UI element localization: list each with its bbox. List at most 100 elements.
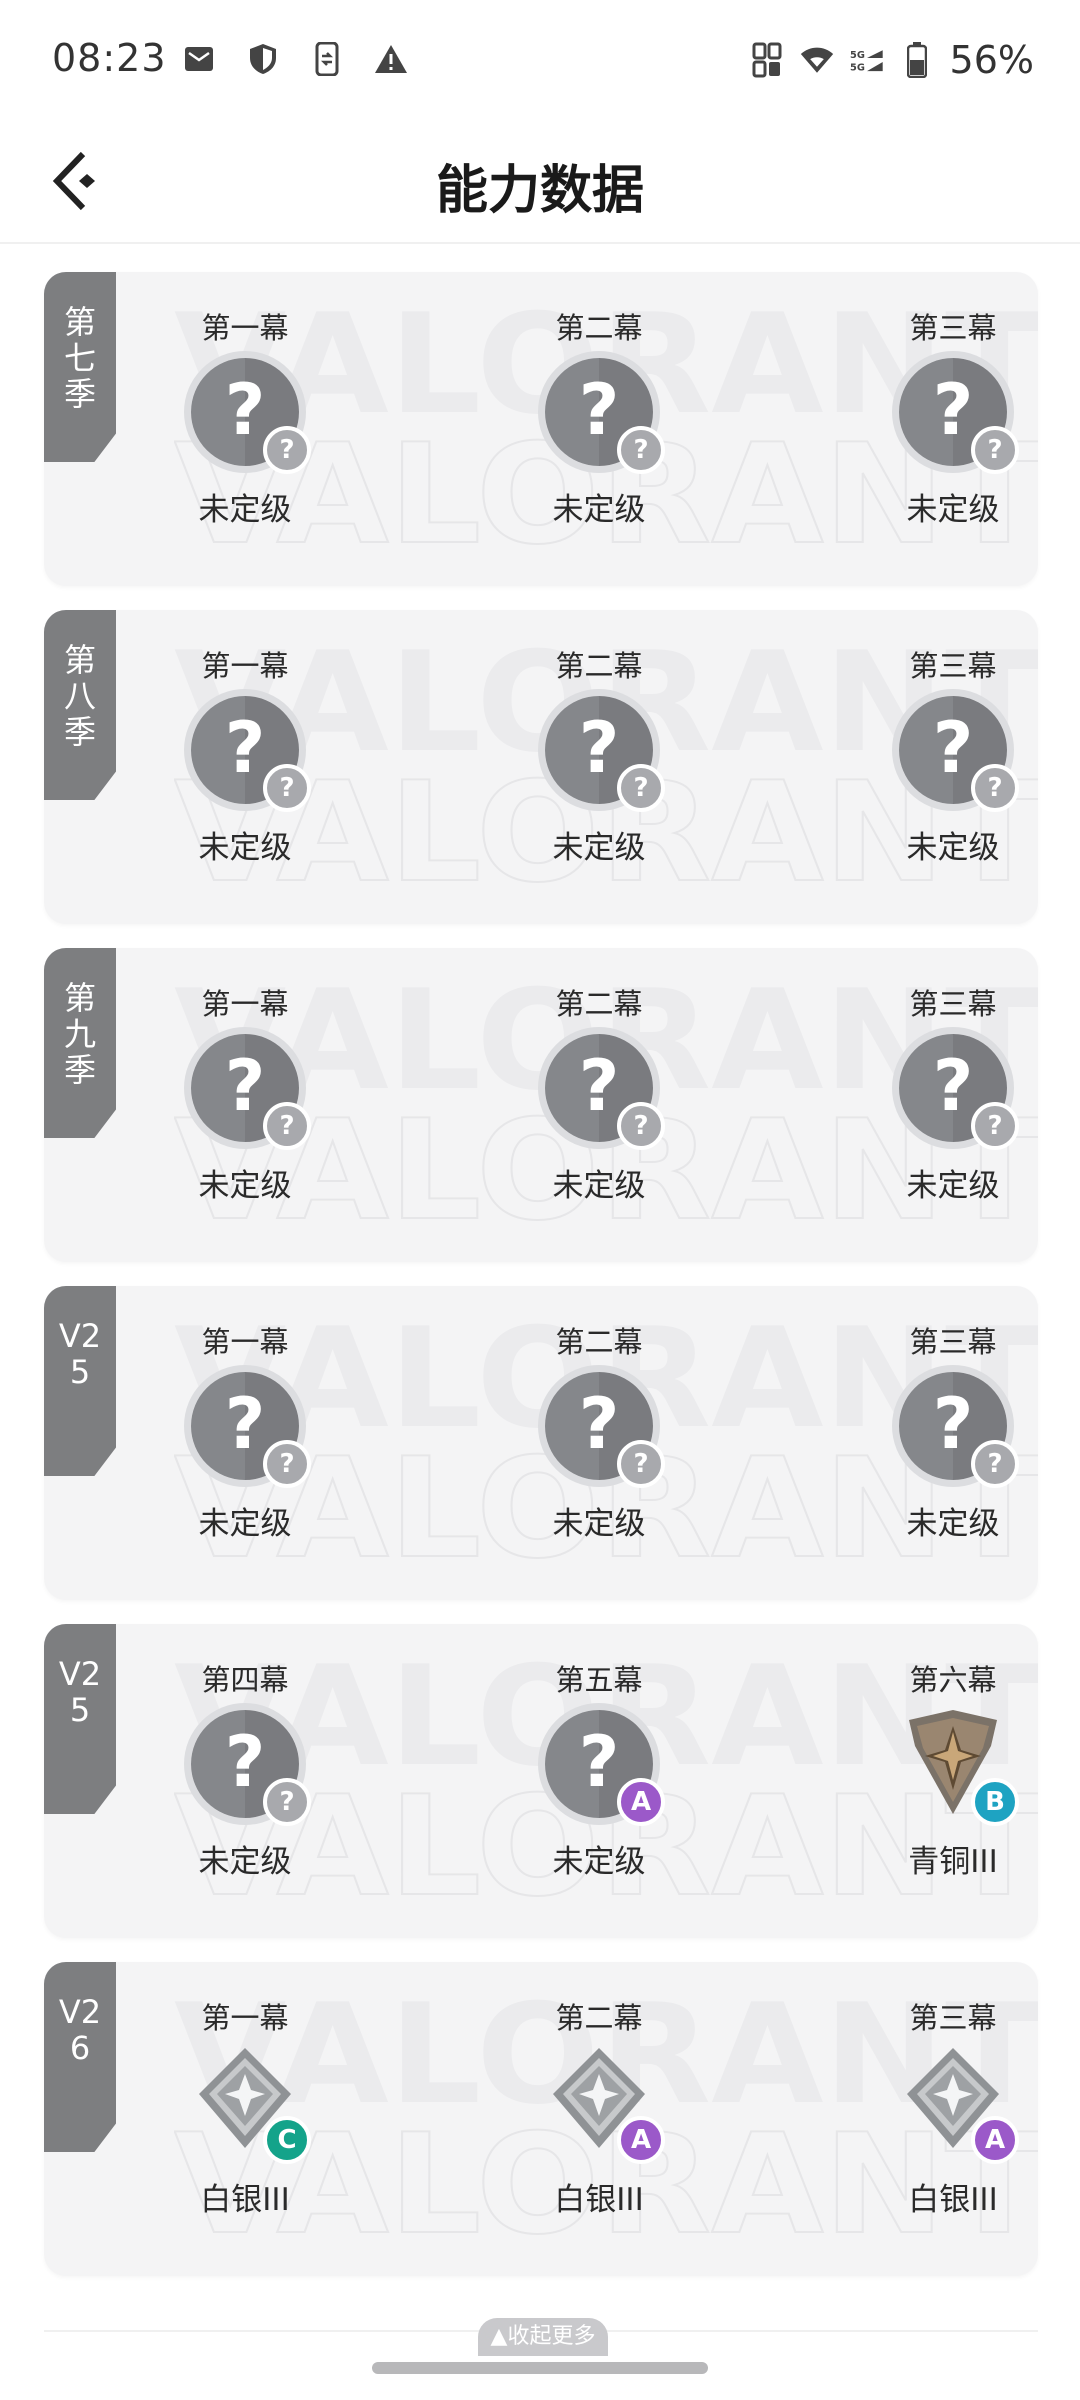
season-card[interactable]: VALORANTVALORANTV26第一幕 C白银III第二幕 A白银III第…: [44, 1962, 1038, 2276]
act-rank-item[interactable]: 第一幕?? 未定级: [180, 310, 311, 529]
acts-row: 第四幕?? 未定级 第五幕? A 未定级 第六幕 B 青铜III: [144, 1662, 1038, 1881]
season-card[interactable]: VALORANTVALORANTV25第四幕??未定级第五幕?A未定级第六幕 B…: [44, 1624, 1038, 1938]
rank-name: 未定级: [198, 1844, 292, 1880]
home-indicator[interactable]: [372, 2362, 708, 2374]
svg-text:5G: 5G: [850, 62, 865, 73]
season-label-tab: V2 5: [44, 1624, 116, 1814]
act-rank-item[interactable]: 第三幕?? 未定级: [888, 648, 1019, 867]
battery-percentage: 56%: [949, 38, 1034, 82]
act-label: 第一幕: [201, 1325, 289, 1359]
act-label: 第二幕: [555, 649, 643, 683]
rank-emblem: B: [895, 1706, 1019, 1826]
rank-emblem: ??: [895, 692, 1019, 812]
rank-emblem: ??: [895, 1030, 1019, 1150]
act-label: 第二幕: [555, 1325, 643, 1359]
act-rank-item[interactable]: 第三幕?? 未定级: [888, 1324, 1019, 1543]
rank-name: 未定级: [198, 830, 292, 866]
rank-emblem: ??: [187, 1706, 311, 1826]
act-label: 第二幕: [555, 987, 643, 1021]
rank-name: 白银III: [908, 2182, 998, 2218]
rank-emblem: ??: [541, 1368, 665, 1488]
status-bar: 08:23 5G 5G 56%: [0, 0, 1080, 120]
act-label: 第一幕: [201, 649, 289, 683]
act-label: 第一幕: [201, 987, 289, 1021]
act-label: 第三幕: [909, 987, 997, 1021]
season-card[interactable]: VALORANTVALORANT第九季第一幕??未定级第二幕??未定级第三幕??…: [44, 948, 1038, 1262]
act-label: 第三幕: [909, 1325, 997, 1359]
act-label: 第一幕: [201, 311, 289, 345]
warning-icon: [374, 42, 408, 76]
act-rank-item[interactable]: 第二幕?? 未定级: [534, 1324, 665, 1543]
season-card[interactable]: VALORANTVALORANTV25第一幕??未定级第二幕??未定级第三幕??…: [44, 1286, 1038, 1600]
act-rank-item[interactable]: 第一幕?? 未定级: [180, 1324, 311, 1543]
act-label: 第三幕: [909, 649, 997, 683]
rank-name: 未定级: [198, 1168, 292, 1204]
season-card[interactable]: VALORANTVALORANT第七季第一幕??未定级第二幕??未定级第三幕??…: [44, 272, 1038, 586]
rank-name: 未定级: [906, 830, 1000, 866]
rank-emblem: ? A: [541, 1706, 665, 1826]
rank-badge: ?: [971, 1440, 1019, 1488]
rank-badge: ?: [617, 426, 665, 474]
act-rank-item[interactable]: 第二幕?? 未定级: [534, 986, 665, 1205]
act-rank-item[interactable]: 第四幕?? 未定级: [180, 1662, 311, 1881]
season-label-char: V2: [58, 1993, 102, 2031]
rank-name: 未定级: [906, 1506, 1000, 1542]
act-rank-item[interactable]: 第二幕 A 白银III: [534, 2000, 665, 2219]
shield-icon: [246, 42, 280, 76]
rank-emblem: ??: [541, 692, 665, 812]
act-rank-item[interactable]: 第一幕?? 未定级: [180, 986, 311, 1205]
rank-name: 未定级: [552, 830, 646, 866]
top-app-bar: 能力数据: [0, 120, 1080, 244]
status-time: 08:23: [52, 36, 167, 80]
act-label: 第二幕: [555, 2001, 643, 2035]
season-label-tab: 第八季: [44, 610, 116, 800]
rank-emblem: C: [187, 2044, 311, 2164]
rank-badge: ?: [617, 1102, 665, 1150]
season-label-char: 第: [63, 979, 96, 1017]
season-label-char: 季: [63, 713, 96, 751]
rank-name: 未定级: [552, 1168, 646, 1204]
season-label-char: 九: [63, 1015, 96, 1053]
season-label-char: 第: [63, 303, 96, 341]
rank-name: 未定级: [198, 492, 292, 528]
rank-badge: ?: [263, 764, 311, 812]
rank-badge: ?: [263, 1778, 311, 1826]
rank-name: 未定级: [552, 1506, 646, 1542]
rank-emblem: A: [541, 2044, 665, 2164]
act-rank-item[interactable]: 第三幕?? 未定级: [888, 986, 1019, 1205]
acts-row: 第一幕 C 白银III 第二幕 A 白银III 第三幕 A 白银III: [144, 2000, 1038, 2219]
act-label: 第四幕: [201, 1663, 289, 1697]
collapse-more-button[interactable]: ▲收起更多: [478, 2318, 608, 2356]
season-label-char: 第: [63, 641, 96, 679]
rank-name: 未定级: [198, 1506, 292, 1542]
act-rank-item[interactable]: 第二幕?? 未定级: [534, 648, 665, 867]
act-rank-item[interactable]: 第五幕 ? A 未定级: [534, 1662, 665, 1881]
act-rank-item[interactable]: 第一幕?? 未定级: [180, 648, 311, 867]
rank-badge: ?: [971, 764, 1019, 812]
acts-row: 第一幕?? 未定级 第二幕?? 未定级 第三幕?? 未定级: [144, 310, 1038, 529]
season-label-tab: 第七季: [44, 272, 116, 462]
rank-emblem: ??: [895, 1368, 1019, 1488]
rank-emblem: A: [895, 2044, 1019, 2164]
act-label: 第三幕: [909, 2001, 997, 2035]
rank-name: 青铜III: [908, 1844, 998, 1880]
wifi-icon: [800, 43, 834, 77]
season-label-tab: V2 6: [44, 1962, 116, 2152]
rank-name: 未定级: [906, 1168, 1000, 1204]
season-card[interactable]: VALORANTVALORANT第八季第一幕??未定级第二幕??未定级第三幕??…: [44, 610, 1038, 924]
act-rank-item[interactable]: 第三幕 A 白银III: [888, 2000, 1019, 2219]
act-rank-item[interactable]: 第二幕?? 未定级: [534, 310, 665, 529]
rank-name: 未定级: [906, 492, 1000, 528]
act-rank-item[interactable]: 第六幕 B 青铜III: [888, 1662, 1019, 1881]
rank-name: 白银III: [200, 2182, 290, 2218]
mail-icon: [182, 42, 216, 76]
rank-badge: A: [617, 1778, 665, 1826]
rank-badge: ?: [263, 1102, 311, 1150]
act-rank-item[interactable]: 第一幕 C 白银III: [180, 2000, 311, 2219]
act-rank-item[interactable]: 第三幕?? 未定级: [888, 310, 1019, 529]
rank-badge: A: [971, 2116, 1019, 2164]
act-label: 第三幕: [909, 311, 997, 345]
rank-emblem: ??: [187, 354, 311, 474]
rank-emblem: ??: [541, 354, 665, 474]
rank-emblem: ??: [187, 1368, 311, 1488]
